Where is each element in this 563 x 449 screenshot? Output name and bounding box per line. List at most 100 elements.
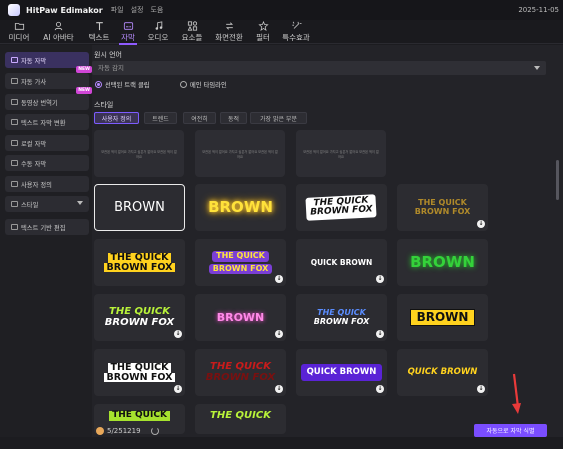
style-preset-tile[interactable]: BROWN — [94, 184, 185, 231]
sidebar-item-label: 스타일 — [21, 201, 39, 209]
sidebar-item-label: 텍스트 기반 편집 — [21, 224, 66, 232]
radio-selected-clips[interactable]: 선택된 트랙 클립 — [95, 80, 150, 89]
tool-audio[interactable]: 오디오 — [146, 21, 170, 43]
tool-media[interactable]: 미디어 — [6, 21, 32, 43]
sidebar-item-custom[interactable]: 사용자 정의 — [5, 176, 89, 192]
style-preset-tile[interactable]: THE QUICK BROWN FOX ↓ — [195, 239, 286, 286]
sidebar-item-label: 수동 자막 — [21, 160, 47, 168]
text-icon — [95, 22, 103, 31]
sidebar-item-video-translator[interactable]: 동영상 번역기 NEW — [5, 87, 92, 110]
tab-label: 여전히 — [191, 115, 208, 123]
tool-ai-avatar[interactable]: AI 아바타 — [41, 21, 76, 43]
style-preview-text: BROWN FOX — [414, 206, 471, 216]
sidebar-item-text-based-edit[interactable]: 텍스트 기반 편집 — [5, 219, 89, 235]
style-preview-text: BROWN — [216, 310, 265, 324]
radio-main-timeline[interactable]: 메인 타임라인 — [180, 80, 227, 89]
style-preview-text: QUICK BROWN — [310, 257, 373, 267]
shapes-icon — [187, 21, 197, 31]
download-icon[interactable]: ↓ — [275, 330, 283, 338]
language-select-value: 자동 감지 — [98, 64, 124, 72]
style-preview-text: BROWN — [208, 197, 273, 216]
style-preset-tile[interactable]: THE QUICK BROWN FOX ↓ — [195, 349, 286, 396]
tab-trend[interactable]: 트렌드 — [144, 112, 177, 124]
menu-settings[interactable]: 설정 — [131, 5, 144, 15]
download-icon[interactable]: ↓ — [376, 385, 384, 393]
tab-still[interactable]: 여전히 — [183, 112, 216, 124]
tab-custom[interactable]: 사용자 정의 — [94, 112, 139, 124]
new-badge: NEW — [76, 87, 92, 94]
style-preview-text: QUICK BROWN — [300, 364, 383, 381]
tool-transition-label: 화면전환 — [215, 33, 243, 42]
style-label: 스타일 — [94, 101, 114, 109]
sidebar-item-style[interactable]: 스타일 — [5, 196, 89, 212]
style-preview-text: BROWN FOX — [208, 263, 273, 274]
download-icon[interactable]: ↓ — [477, 220, 485, 228]
radio-dot — [95, 81, 102, 88]
radio-label: 메인 타임라인 — [190, 82, 227, 89]
sidebar-item-label: 텍스트 자막 변환 — [21, 119, 66, 127]
style-preset-tile[interactable]: THE QUICK BROWN FOX ↓ — [94, 294, 185, 341]
saved-style-slot[interactable]: 보관된 적이 없어요 가지고 싶은거 없어요 보관된 적이 없어요 — [94, 130, 184, 177]
tab-brightest[interactable]: 가장 밝은 부분 — [250, 112, 307, 124]
style-preset-tile[interactable]: THE QUICK BROWN FOX ↓ — [296, 294, 387, 341]
language-select[interactable]: 자동 감지 — [92, 61, 546, 75]
tab-label: 트렌드 — [152, 115, 169, 123]
tool-filter[interactable]: 필터 — [254, 21, 272, 43]
style-preset-tile[interactable]: QUICK BROWN ↓ — [397, 349, 488, 396]
style-preset-tile[interactable]: THE QUICK BROWN FOX — [296, 184, 387, 231]
style-preview-text: BROWN FOX — [104, 316, 175, 328]
style-preset-tile[interactable]: THE QUICK — [195, 404, 286, 434]
style-preset-tile[interactable]: THE QUICK BROWN FOX — [94, 239, 185, 286]
saved-style-slot[interactable]: 보관된 적이 없어요 가지고 싶은거 없어요 보관된 적이 없어요 — [296, 130, 386, 177]
sidebar-item-local-subtitle[interactable]: 로컬 자막 — [5, 135, 89, 151]
tool-elements[interactable]: 요소들 — [178, 21, 206, 43]
placeholder-text: 보관된 적이 없어요 가지고 싶은거 없어요 보관된 적이 없어요 — [303, 149, 379, 159]
download-icon[interactable]: ↓ — [376, 330, 384, 338]
saved-style-slot[interactable]: 보관된 적이 없어요 가지고 싶은거 없어요 보관된 적이 없어요 — [195, 130, 285, 177]
date-label: 2025-11-05 — [518, 6, 559, 14]
download-icon[interactable]: ↓ — [275, 275, 283, 283]
tool-media-label: 미디어 — [8, 33, 30, 42]
tool-subtitle[interactable]: 자막 — [119, 21, 137, 45]
tab-dynamic[interactable]: 동적 — [220, 112, 247, 124]
style-preview-text: BROWN FOX — [103, 262, 176, 273]
sidebar-item-text-to-subtitle[interactable]: 텍스트 자막 변환 — [5, 114, 89, 130]
style-preset-tile[interactable]: QUICK BROWN ↓ — [296, 349, 387, 396]
auto-subtitle-icon — [11, 57, 18, 63]
style-icon — [11, 201, 18, 207]
download-icon[interactable]: ↓ — [174, 385, 182, 393]
tool-subtitle-label: 자막 — [121, 33, 135, 42]
tab-label: 동적 — [227, 115, 240, 123]
auto-identify-subtitles-button[interactable]: 자동으로 자막 식별 — [474, 424, 547, 437]
style-preset-tile[interactable]: THE QUICK BROWN FOX ↓ — [94, 349, 185, 396]
download-icon[interactable]: ↓ — [477, 385, 485, 393]
style-preset-tile[interactable]: THE QUICK BROWN FOX ↓ — [397, 184, 488, 231]
style-grid-scrollbar[interactable] — [556, 160, 559, 200]
style-preset-tile[interactable]: BROWN — [397, 239, 488, 286]
tool-elements-label: 요소들 — [181, 33, 203, 42]
style-preview-text: BROWN — [409, 309, 476, 326]
style-preset-tile[interactable]: BROWN — [397, 294, 488, 341]
tool-effects[interactable]: 특수효과 — [280, 21, 312, 43]
style-preset-tile[interactable]: BROWN — [195, 184, 286, 231]
placeholder-text: 보관된 적이 없어요 가지고 싶은거 없어요 보관된 적이 없어요 — [202, 149, 278, 159]
credit-counter: 5/251219 — [96, 427, 141, 435]
tool-text[interactable]: 텍스트 — [87, 21, 111, 43]
menu-help[interactable]: 도움 — [150, 5, 163, 15]
text-edit-icon — [11, 224, 18, 230]
tool-transition[interactable]: 화면전환 — [212, 21, 246, 43]
style-preset-tile[interactable]: QUICK BROWN ↓ — [296, 239, 387, 286]
style-preset-tile[interactable]: BROWN ↓ — [195, 294, 286, 341]
lyrics-icon — [11, 78, 18, 84]
tool-filter-label: 필터 — [256, 33, 270, 42]
new-badge: NEW — [76, 66, 92, 73]
download-icon[interactable]: ↓ — [376, 275, 384, 283]
main-toolbar: 미디어 AI 아바타 텍스트 자막 오디오 요소들 화면전환 필터 특수효과 — [0, 20, 563, 45]
app-logo-icon — [8, 4, 20, 16]
refresh-icon[interactable] — [151, 427, 159, 435]
download-icon[interactable]: ↓ — [275, 385, 283, 393]
sidebar-item-manual-subtitle[interactable]: 수동 자막 — [5, 155, 89, 171]
menu-file[interactable]: 파일 — [111, 5, 124, 15]
style-preview-text: BROWN FOX — [313, 316, 370, 326]
download-icon[interactable]: ↓ — [174, 330, 182, 338]
